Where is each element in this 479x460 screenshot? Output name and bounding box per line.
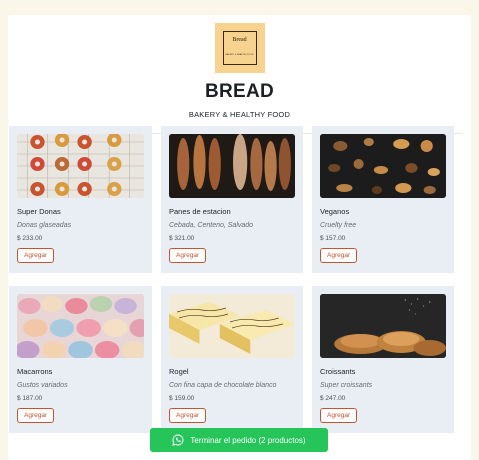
product-description: Con fina capa de chocolate blanco	[169, 382, 277, 389]
product-card: Veganos Cruelty free $ 157.00 Agregar	[312, 126, 454, 273]
product-price: $ 159.00	[169, 395, 195, 402]
logo: Bread BAKERY & HEALTHY FOOD	[214, 23, 265, 73]
product-description: Super croissants	[320, 382, 373, 389]
product-price: $ 187.00	[17, 395, 43, 402]
donuts-image	[17, 134, 144, 198]
product-name: Veganos	[320, 207, 350, 216]
product-card: Macarrons Gustos variados $ 187.00 Agreg…	[9, 286, 152, 433]
add-button[interactable]: Agregar	[169, 408, 207, 423]
product-card: Rogel Con fina capa de chocolate blanco …	[161, 286, 303, 433]
product-card: Panes de estacion Cebada, Centeno, Salva…	[161, 126, 303, 273]
logo-name: Bread	[232, 37, 247, 43]
product-name: Super Donas	[17, 207, 61, 216]
product-description: Gustos variados	[17, 382, 68, 389]
product-price: $ 157.00	[320, 235, 346, 242]
bread-loaves-image	[169, 134, 295, 198]
add-button[interactable]: Agregar	[169, 248, 207, 263]
logo-tagline: BAKERY & HEALTHY FOOD	[225, 54, 254, 56]
product-name: Rogel	[169, 367, 189, 376]
product-grid: Super Donas Donas glaseadas $ 233.00 Agr…	[9, 126, 454, 433]
product-name: Croissants	[320, 367, 356, 376]
add-button[interactable]: Agregar	[320, 408, 358, 423]
vegan-pastries-image	[320, 134, 446, 198]
header: Bread BAKERY & HEALTHY FOOD BREAD BAKERY…	[8, 15, 471, 119]
product-name: Macarrons	[17, 367, 53, 376]
brand-title: BREAD	[204, 81, 275, 102]
product-price: $ 233.00	[17, 235, 43, 242]
product-description: Donas glaseadas	[17, 222, 72, 229]
croissants-image	[320, 294, 446, 358]
add-button[interactable]: Agregar	[320, 248, 358, 263]
product-price: $ 247.00	[320, 395, 346, 402]
finish-order-label: Terminar el pedido (2 productos)	[190, 435, 306, 445]
product-description: Cruelty free	[320, 222, 357, 229]
add-button[interactable]: Agregar	[17, 408, 55, 423]
product-price: $ 321.00	[169, 235, 195, 242]
product-card: Croissants Super croissants $ 247.00 Agr…	[312, 286, 454, 433]
whatsapp-icon	[172, 434, 184, 446]
product-name: Panes de estacion	[169, 207, 231, 216]
brand-tagline: BAKERY & HEALTHY FOOD	[188, 110, 291, 119]
rogel-cake-image	[169, 294, 295, 358]
product-description: Cebada, Centeno, Salvado	[169, 222, 254, 229]
add-button[interactable]: Agregar	[17, 248, 55, 263]
product-card: Super Donas Donas glaseadas $ 233.00 Agr…	[9, 126, 152, 273]
macarons-image	[17, 294, 144, 358]
finish-order-button[interactable]: Terminar el pedido (2 productos)	[150, 428, 328, 452]
